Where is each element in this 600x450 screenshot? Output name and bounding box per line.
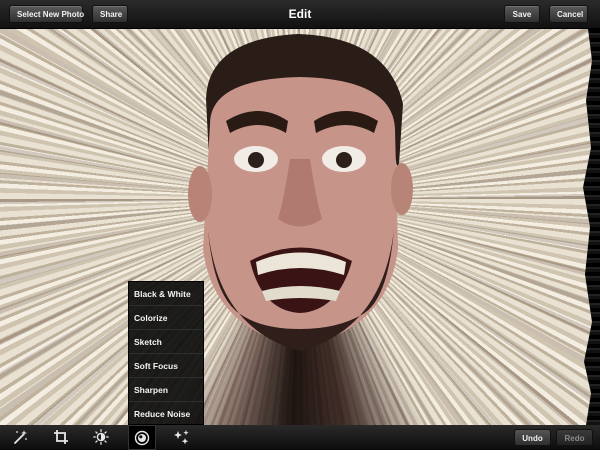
filter-item-sketch[interactable]: Sketch xyxy=(129,330,203,354)
filter-item-colorize[interactable]: Colorize xyxy=(129,306,203,330)
filter-menu: Black & White Colorize Sketch Soft Focus… xyxy=(128,281,204,425)
crop-icon[interactable] xyxy=(50,427,72,447)
effects-icon[interactable] xyxy=(171,427,193,447)
select-new-photo-button[interactable]: Select New Photo xyxy=(9,5,84,23)
cancel-button[interactable]: Cancel xyxy=(549,5,588,23)
top-toolbar: Edit Select New Photo Share Save Cancel xyxy=(0,0,600,29)
undo-button[interactable]: Undo xyxy=(514,429,551,446)
share-button[interactable]: Share xyxy=(92,5,128,23)
filter-item-soft-focus[interactable]: Soft Focus xyxy=(129,354,203,378)
filter-icon[interactable] xyxy=(128,425,156,450)
bottom-toolbar: Undo Redo xyxy=(0,425,600,450)
redo-button[interactable]: Redo xyxy=(556,429,593,446)
save-button[interactable]: Save xyxy=(504,5,540,23)
magic-wand-icon[interactable] xyxy=(9,427,31,447)
photo-subject xyxy=(188,34,413,351)
filter-item-sharpen[interactable]: Sharpen xyxy=(129,378,203,402)
filter-item-black-white[interactable]: Black & White xyxy=(129,282,203,306)
filter-item-reduce-noise[interactable]: Reduce Noise xyxy=(129,402,203,426)
brightness-icon[interactable] xyxy=(90,427,112,447)
photo-canvas[interactable] xyxy=(0,29,600,425)
